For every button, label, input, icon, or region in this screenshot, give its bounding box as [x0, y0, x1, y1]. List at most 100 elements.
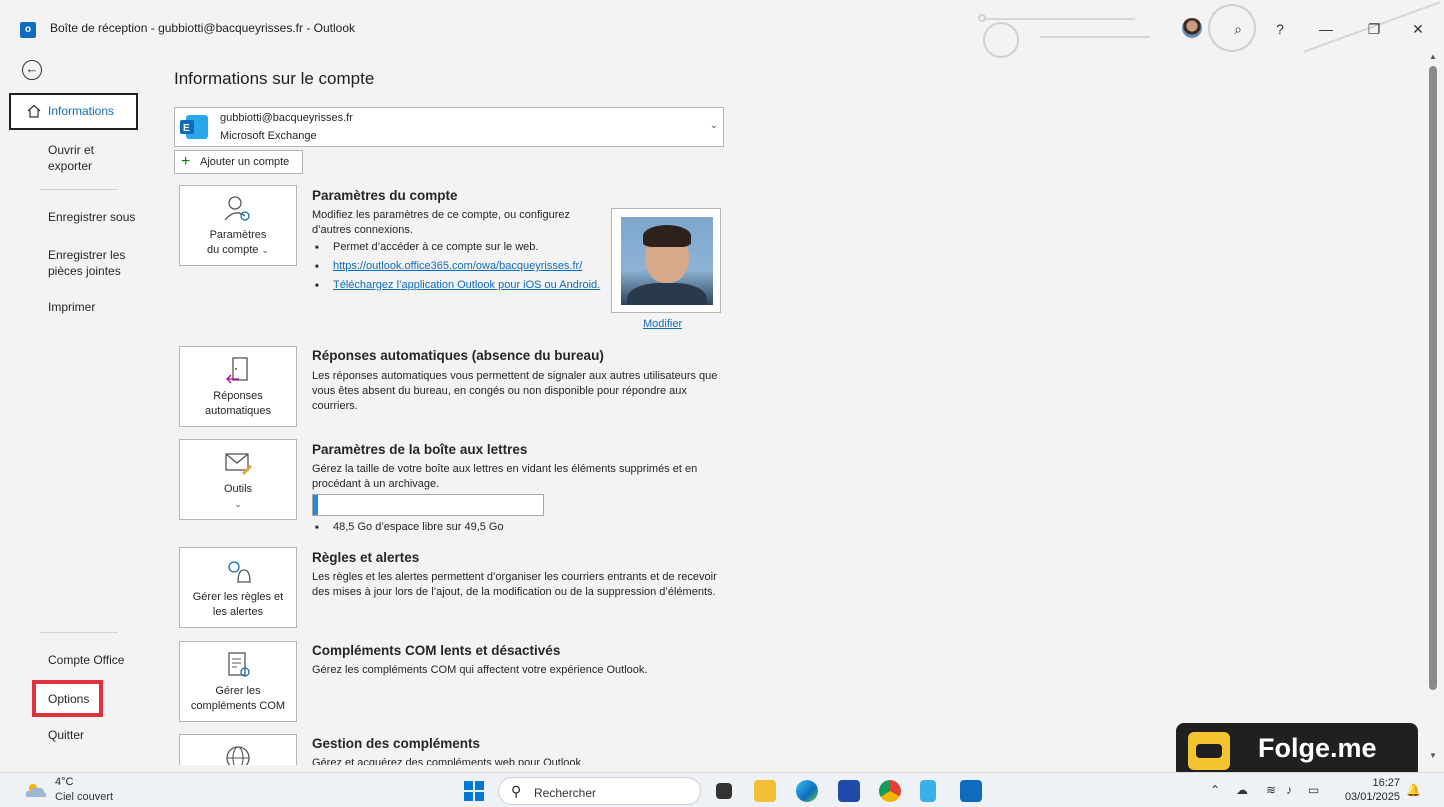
- web-addins-tile[interactable]: [179, 734, 297, 765]
- section-title: Compléments COM lents et désactivés: [312, 643, 561, 658]
- bullet-text: Permet d’accéder à ce compte sur le web.: [333, 241, 539, 253]
- add-account-label: Ajouter un compte: [200, 156, 290, 168]
- home-icon: [27, 104, 41, 118]
- chrome-icon[interactable]: [879, 780, 901, 802]
- com-addins-tile[interactable]: Gérer les compléments COM: [179, 641, 297, 722]
- section-description: Gérez la taille de votre boîte aux lettr…: [312, 463, 698, 490]
- outlook-taskbar-icon[interactable]: [960, 780, 982, 802]
- scroll-thumb[interactable]: [1429, 66, 1437, 690]
- door-arrow-icon: [226, 357, 248, 384]
- exchange-icon: E: [180, 115, 208, 139]
- profile-photo-frame[interactable]: [611, 208, 721, 313]
- feedback-icon[interactable]: ⌕: [1224, 16, 1252, 42]
- nav-item-label: Options: [48, 692, 90, 706]
- taskbar: 4°C Ciel couvert ⚲ Rechercher ⌃ ☁ ≋ ♪ ▭ …: [0, 772, 1444, 807]
- nav-item-informations[interactable]: Informations: [9, 93, 138, 130]
- store-icon[interactable]: [838, 780, 860, 802]
- file-explorer-icon[interactable]: [754, 780, 776, 802]
- clock-time: 16:27: [1372, 777, 1400, 789]
- nav-item-ouvrir-exporter[interactable]: Ouvrir et exporter: [48, 142, 140, 174]
- search-placeholder: Rechercher: [534, 786, 597, 800]
- tile-label: les alertes: [212, 606, 264, 618]
- weather-temperature[interactable]: 4°C: [55, 776, 73, 788]
- notepad-icon[interactable]: [920, 780, 936, 802]
- search-icon: ⚲: [511, 783, 522, 799]
- mobile-app-link[interactable]: Téléchargez l’application Outlook pour i…: [333, 278, 600, 293]
- chevron-down-icon: ⌄: [261, 245, 269, 255]
- close-button[interactable]: ✕: [1404, 16, 1432, 42]
- weather-condition[interactable]: Ciel couvert: [55, 791, 113, 803]
- rules-alerts-tile[interactable]: Gérer les règles et les alertes: [179, 547, 297, 628]
- decoration-circle: [983, 22, 1019, 58]
- chevron-down-icon: ⌄: [709, 120, 718, 131]
- nav-item-label: Informations: [48, 104, 115, 118]
- notification-bell-icon[interactable]: 🔔: [1406, 783, 1421, 797]
- section-description: Gérez et acquérez des compléments web po…: [312, 757, 585, 765]
- scroll-down-icon[interactable]: ▼: [1429, 751, 1437, 760]
- nav-separator: [40, 189, 118, 190]
- auto-replies-tile[interactable]: Réponses automatiques: [179, 346, 297, 427]
- globe-icon: [226, 746, 250, 765]
- windows-start-icon[interactable]: [463, 780, 485, 802]
- tile-label: Gérer les: [215, 685, 261, 697]
- document-gear-icon: [228, 652, 250, 677]
- exchange-icon-letter: E: [183, 123, 190, 134]
- account-info-pane: Informations sur le compte E gubbiotti@b…: [145, 58, 1425, 765]
- restore-button[interactable]: ❐: [1360, 16, 1388, 42]
- clock-date: 03/01/2025: [1344, 791, 1400, 803]
- nav-item-compte-office[interactable]: Compte Office: [48, 652, 140, 668]
- task-view-icon[interactable]: [716, 783, 732, 799]
- nav-item-enregistrer-sous[interactable]: Enregistrer sous: [48, 209, 140, 225]
- nav-item-label-line: pièces jointes: [48, 264, 121, 278]
- nav-item-quitter[interactable]: Quitter: [48, 727, 140, 743]
- tile-label: Outils: [223, 483, 253, 495]
- wifi-icon[interactable]: ≋: [1266, 783, 1276, 797]
- onedrive-off-icon[interactable]: ☁: [1236, 783, 1248, 797]
- person-gear-icon: [224, 196, 250, 221]
- minimize-button[interactable]: —: [1312, 16, 1340, 42]
- backstage-nav: ← Informations Ouvrir et exporter Enregi…: [0, 58, 145, 765]
- vertical-scrollbar[interactable]: ▲ ▼: [1425, 52, 1444, 765]
- battery-icon[interactable]: ▭: [1308, 783, 1319, 797]
- title-bar: o Boîte de réception - gubbiotti@bacquey…: [0, 0, 1444, 58]
- nav-item-enregistrer-pieces-jointes[interactable]: Enregistrer les pièces jointes: [48, 247, 140, 279]
- section-title: Paramètres de la boîte aux lettres: [312, 442, 528, 457]
- section-title: Règles et alertes: [312, 550, 420, 565]
- nav-item-imprimer[interactable]: Imprimer: [48, 299, 140, 315]
- tile-label: Paramètres: [209, 229, 267, 241]
- cloud-weather-icon: [25, 784, 47, 797]
- add-account-button[interactable]: + Ajouter un compte: [174, 150, 303, 174]
- storage-progress-bar: [312, 494, 544, 516]
- tray-chevron-up-icon[interactable]: ⌃: [1210, 783, 1220, 797]
- edge-browser-icon[interactable]: [796, 780, 818, 802]
- change-photo-link[interactable]: Modifier: [643, 318, 682, 330]
- scroll-up-icon[interactable]: ▲: [1429, 52, 1437, 61]
- tools-tile[interactable]: Outils ⌄: [179, 439, 297, 520]
- clock[interactable]: 16:27 03/01/2025: [1340, 776, 1400, 804]
- watermark-text: Folge.me: [1258, 733, 1377, 763]
- nav-item-options[interactable]: Options: [32, 680, 103, 717]
- decoration-line: [1040, 36, 1150, 38]
- section-description: Les réponses automatiques vous permetten…: [312, 370, 718, 412]
- account-settings-tile[interactable]: Paramètres du compte ⌄: [179, 185, 297, 266]
- page-title: Informations sur le compte: [174, 69, 375, 88]
- gear-bell-icon: [228, 561, 251, 583]
- help-button[interactable]: ?: [1266, 16, 1294, 42]
- section-description: Les règles et les alertes permettent d’o…: [312, 571, 717, 598]
- nav-separator: [40, 632, 118, 633]
- back-arrow-icon[interactable]: ←: [22, 60, 42, 80]
- outlook-app-icon: o: [20, 22, 36, 38]
- account-type: Microsoft Exchange: [220, 130, 317, 142]
- account-email: gubbiotti@bacqueyrisses.fr: [220, 112, 353, 124]
- user-avatar[interactable]: [1182, 18, 1202, 38]
- volume-icon[interactable]: ♪: [1286, 783, 1292, 797]
- account-selector[interactable]: E gubbiotti@bacqueyrisses.fr Microsoft E…: [174, 107, 724, 147]
- taxi-logo-icon: [1188, 732, 1230, 770]
- owa-link[interactable]: https://outlook.office365.com/owa/bacque…: [333, 259, 582, 274]
- nav-item-label-line: exporter: [48, 159, 93, 173]
- tile-label: Réponses: [213, 390, 263, 402]
- storage-text: 48,5 Go d’espace libre sur 49,5 Go: [333, 521, 504, 533]
- taskbar-search[interactable]: ⚲ Rechercher: [498, 777, 701, 805]
- tile-label: du compte ⌄: [207, 244, 269, 256]
- section-title: Paramètres du compte: [312, 188, 458, 203]
